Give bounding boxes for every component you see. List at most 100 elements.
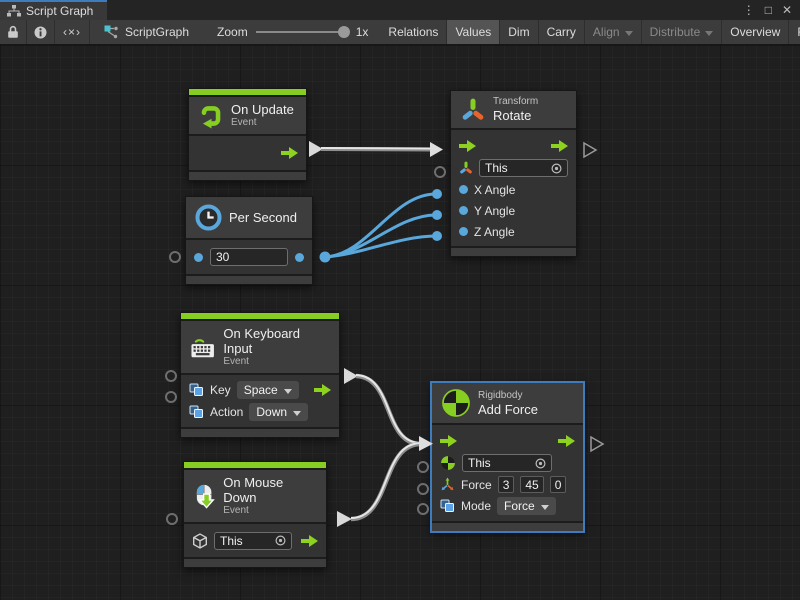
field-value: 0 [555,478,562,492]
inspect-button[interactable] [27,20,55,44]
window-titlebar: Script Graph ⋮ □ ✕ [0,0,800,20]
row-label: Key [210,383,231,397]
transform-icon [460,97,486,123]
value-port-row[interactable]: Y Angle [451,200,576,221]
toolbar-button-align[interactable]: Align [585,20,642,44]
row-label: Mode [461,499,491,513]
key-dropdown[interactable]: Space [237,381,299,399]
wire-source-dot [320,252,331,263]
target-object-field[interactable]: This [462,454,552,472]
flow-output-port[interactable] [314,384,331,396]
object-picker-icon[interactable] [535,458,546,469]
flow-output-port[interactable] [551,140,568,152]
button-label: Carry [547,25,576,39]
zoom-slider[interactable] [256,31,348,33]
graph-name: ScriptGraph [125,25,189,39]
toolbar-button-fullscreen[interactable]: Full Screen [789,20,800,44]
dropdown-arrow-icon [541,505,549,510]
enum-icon [189,383,204,397]
node-footer [186,276,312,284]
window-menu-icon[interactable]: ⋮ [743,3,755,17]
field-value: 3 [503,478,510,492]
dropdown-value: Force [504,499,535,513]
dropdown-value: Space [244,383,278,397]
toolbar-button-relations[interactable]: Relations [380,20,447,44]
code-glyph: ‹×› [63,25,81,39]
script-graph-icon [104,25,119,39]
wire-keyboard-to-addforce [344,368,421,444]
value-port-row[interactable]: Z Angle [451,221,576,242]
node-title: On Mouse Down [223,475,317,505]
zoom-slider-handle[interactable] [338,26,350,38]
target-object-field[interactable]: This [214,532,292,550]
value-output-port[interactable] [295,253,304,262]
edit-code-button[interactable]: ‹×› [55,20,90,44]
node-title: Rotate [493,108,538,123]
tab-script-graph[interactable]: Script Graph [0,0,107,20]
port-label: Y Angle [474,204,515,218]
connections-layer [0,45,800,600]
rigidbody-icon-small [440,455,456,471]
target-value: This [485,161,508,175]
lock-icon [7,25,19,39]
node-title: On Update [231,102,294,117]
button-label: Overview [730,25,780,39]
toolbar-button-overview[interactable]: Overview [722,20,789,44]
dropdown-arrow-icon [284,389,292,394]
value-port-row[interactable]: X Angle [451,179,576,200]
value-input-port[interactable] [194,253,203,262]
toolbar-button-values[interactable]: Values [447,20,500,44]
node-on-mouse-down[interactable]: On Mouse Down Event This [183,461,327,568]
mode-dropdown[interactable]: Force [497,497,556,515]
force-z-field[interactable]: 0 [550,476,567,493]
zoom-value: 1x [356,25,369,39]
toolbar-button-carry[interactable]: Carry [539,20,585,44]
wire-mouse-to-addforce [337,443,421,527]
node-title: Per Second [229,210,297,225]
mouse-icon [193,483,216,510]
flow-output-port[interactable] [281,147,298,159]
flow-continue-triangle [591,437,603,451]
object-picker-icon[interactable] [275,535,286,546]
field-value: 45 [525,478,538,492]
lock-button[interactable] [0,20,27,44]
node-on-keyboard-input[interactable]: On Keyboard Input Event Key Space [180,312,340,438]
value-input-port[interactable] [459,227,468,236]
force-x-field[interactable]: 3 [498,476,515,493]
node-footer [432,523,583,531]
row-label: Action [210,405,243,419]
target-value: This [220,534,243,548]
chevron-down-icon [625,31,633,36]
value-input-port[interactable] [459,206,468,215]
node-footer [181,429,339,437]
event-accent-bar [189,89,306,95]
graph-canvas[interactable]: On Update Event Transform [0,45,800,600]
flow-output-port[interactable] [558,435,575,447]
wire-onupdate-to-rotate [309,141,443,157]
action-dropdown[interactable]: Down [249,403,308,421]
node-add-force[interactable]: Rigidbody Add Force This [431,382,584,532]
object-picker-icon[interactable] [551,163,562,174]
node-per-second[interactable]: Per Second 30 [185,196,313,285]
target-object-field[interactable]: This [479,159,568,177]
flow-input-port[interactable] [459,140,476,152]
per-second-value-field[interactable]: 30 [210,248,288,266]
force-y-field[interactable]: 45 [520,476,543,493]
vector3-icon [440,477,455,492]
transform-icon-small [459,161,473,175]
node-on-update[interactable]: On Update Event [188,88,307,181]
window-close-icon[interactable]: ✕ [782,3,792,17]
window-maximize-icon[interactable]: □ [765,3,772,17]
event-accent-bar [184,462,326,468]
keyboard-icon [190,335,216,359]
node-rotate[interactable]: Transform Rotate [450,90,577,257]
row-label: Force [461,478,492,492]
toolbar-button-dim[interactable]: Dim [500,20,538,44]
toolbar-button-distribute[interactable]: Distribute [642,20,723,44]
node-title: On Keyboard Input [223,326,330,356]
wire-end-dot [432,231,442,241]
value-input-port[interactable] [459,185,468,194]
rigidbody-icon [441,388,471,418]
flow-output-port[interactable] [301,535,318,547]
flow-input-port[interactable] [440,435,457,447]
